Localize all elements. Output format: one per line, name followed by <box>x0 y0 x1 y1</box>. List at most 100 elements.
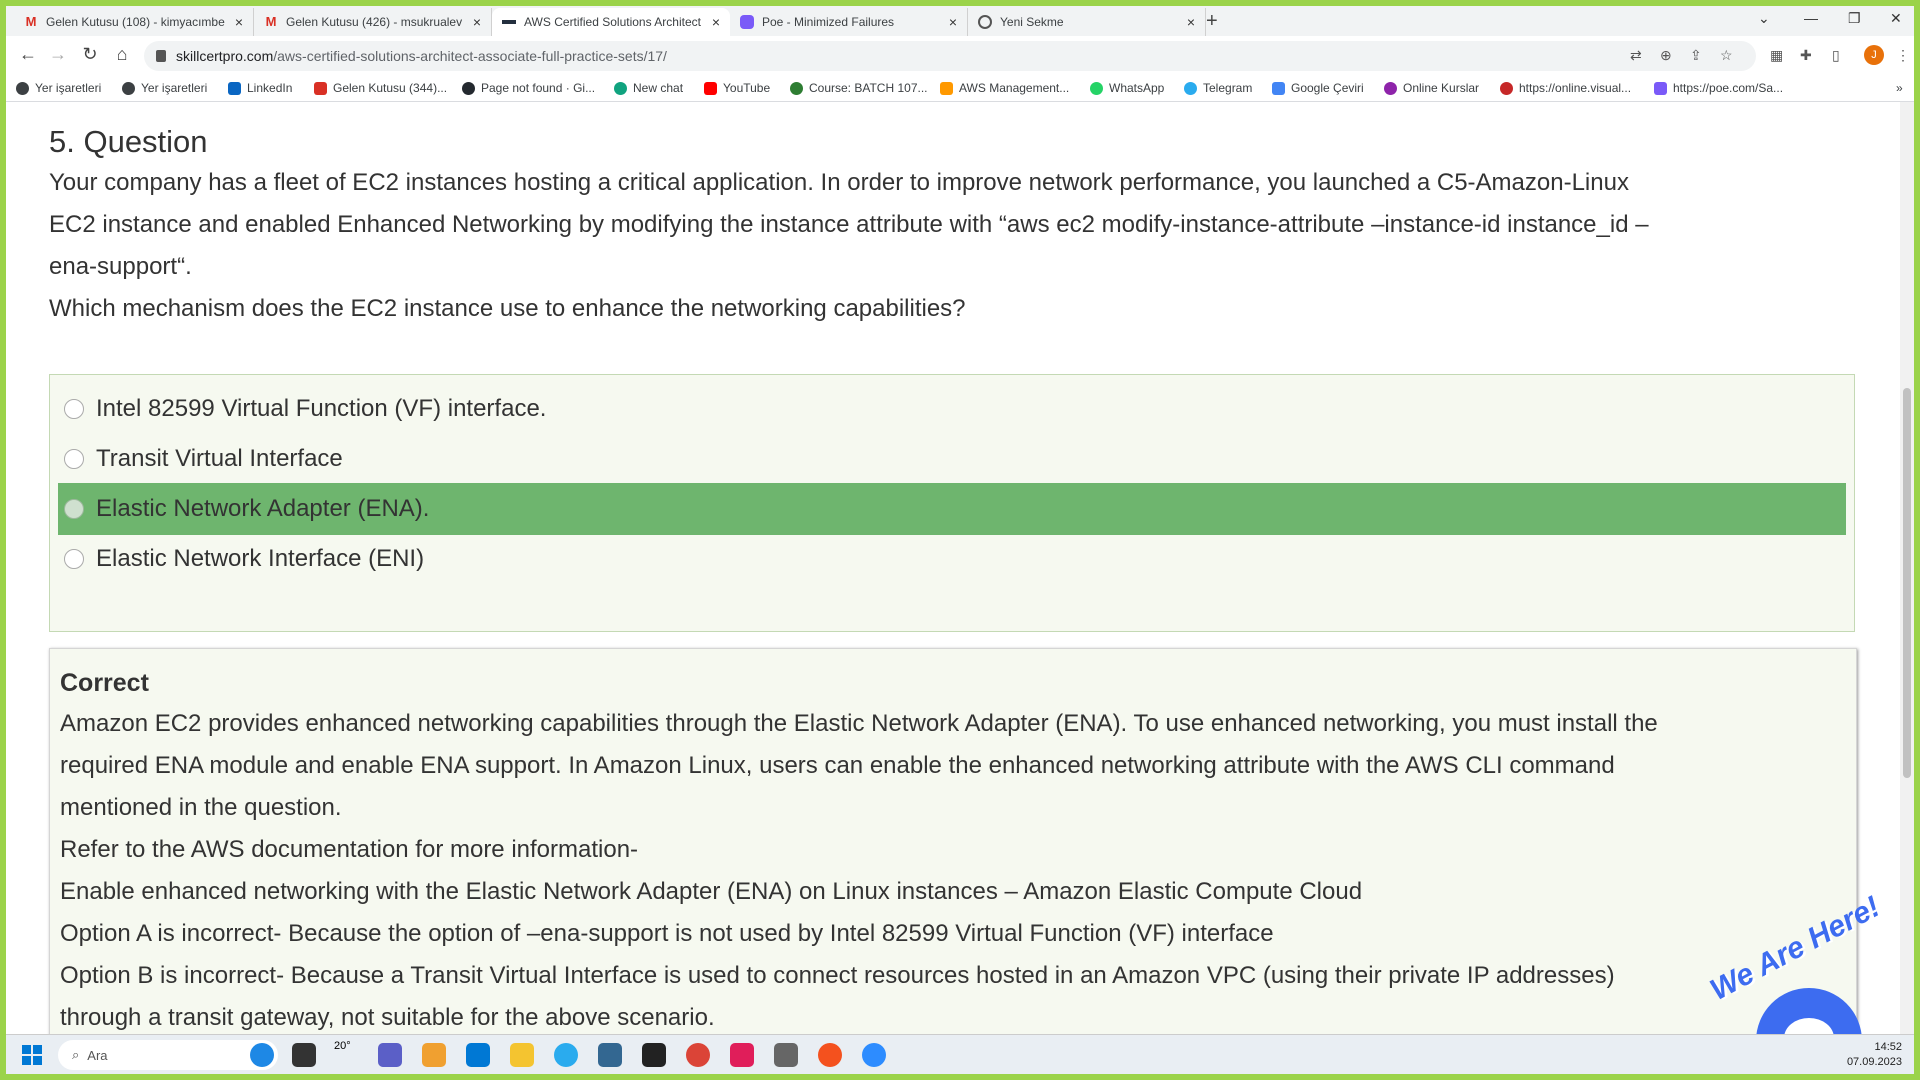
bookmark-item[interactable]: Course: BATCH 107... <box>790 81 928 95</box>
file-explorer-icon[interactable] <box>510 1043 534 1067</box>
browser-window: M Gelen Kutusu (108) - kimyacımbe × M Ge… <box>6 6 1914 1074</box>
tab-title: Gelen Kutusu (108) - kimyacımbe <box>46 15 225 29</box>
gmail-icon: M <box>25 14 37 29</box>
answer-option-b[interactable]: Transit Virtual Interface <box>58 433 1846 485</box>
bookmark-item[interactable]: New chat <box>614 81 683 95</box>
telegram-icon[interactable] <box>554 1043 578 1067</box>
bookmark-label: Online Kurslar <box>1403 81 1480 95</box>
chrome-profile-icon[interactable] <box>818 1043 842 1067</box>
tab-aws-active[interactable]: AWS Certified Solutions Architect × <box>492 8 730 36</box>
windows-start-icon[interactable] <box>22 1045 42 1065</box>
tab-gmail-1[interactable]: M Gelen Kutusu (108) - kimyacımbe × <box>14 8 254 36</box>
close-icon[interactable]: × <box>949 14 957 30</box>
linkedin-icon <box>228 81 241 95</box>
close-icon[interactable]: × <box>712 14 720 30</box>
radio-button[interactable] <box>64 449 84 469</box>
chatgpt-icon <box>614 81 627 95</box>
side-panel-icon[interactable]: ▯ <box>1832 47 1840 64</box>
radio-button[interactable] <box>64 499 84 519</box>
zoom-app-icon[interactable] <box>862 1043 886 1067</box>
taskbar-search[interactable]: ⌕ Ara <box>58 1040 278 1070</box>
tab-new[interactable]: Yeni Sekme × <box>968 8 1206 36</box>
bookmark-item[interactable]: Yer işaretleri <box>16 81 101 95</box>
minimize-button[interactable]: — <box>1804 10 1818 26</box>
stack-app-icon[interactable] <box>422 1043 446 1067</box>
bookmark-item[interactable]: AWS Management... <box>940 81 1069 95</box>
google-translate-icon <box>1272 81 1285 95</box>
bookmark-label: Telegram <box>1203 81 1253 95</box>
answer-option-d[interactable]: Elastic Network Interface (ENI) <box>58 533 1846 585</box>
unity-icon[interactable] <box>642 1043 666 1067</box>
poe-icon <box>740 15 754 29</box>
clock-time: 14:52 <box>1874 1041 1902 1053</box>
taskbar-clock[interactable]: 14:52 07.09.2023 <box>1847 1040 1902 1070</box>
bookmark-label: Yer işaretleri <box>141 81 208 95</box>
tab-search-icon[interactable]: ⌄ <box>1758 10 1770 27</box>
chrome-icon[interactable] <box>686 1043 710 1067</box>
answer-option-c-correct[interactable]: Elastic Network Adapter (ENA). <box>58 483 1846 535</box>
documentation-link[interactable]: Enable enhanced networking with the Elas… <box>60 871 1846 913</box>
new-tab-button[interactable]: + <box>1206 10 1218 33</box>
question-text: Your company has a fleet of EC2 instance… <box>49 162 1869 330</box>
page-scrollbar[interactable] <box>1900 102 1914 1042</box>
vscode-icon[interactable] <box>466 1043 490 1067</box>
answer-option-a[interactable]: Intel 82599 Virtual Function (VF) interf… <box>58 383 1846 435</box>
answer-options: Intel 82599 Virtual Function (VF) interf… <box>49 374 1855 632</box>
aws-icon <box>940 81 953 95</box>
settings-gear-icon[interactable] <box>774 1043 798 1067</box>
bookmark-item[interactable]: Page not found · Gi... <box>462 81 595 95</box>
zoom-icon[interactable]: ⊕ <box>1660 47 1672 64</box>
weather-widget[interactable]: 20° <box>334 1040 351 1052</box>
youtube-icon <box>704 81 717 95</box>
postgres-icon[interactable] <box>598 1043 622 1067</box>
home-button[interactable]: ⌂ <box>110 44 134 65</box>
tab-gmail-2[interactable]: M Gelen Kutusu (426) - msukrualev × <box>254 8 492 36</box>
extension-color-icon[interactable]: ▦ <box>1770 47 1783 64</box>
bookmark-item[interactable]: LinkedIn <box>228 81 292 95</box>
bookmark-item[interactable]: Gelen Kutusu (344)... <box>314 81 447 95</box>
explanation-line: Option B is incorrect- Because a Transit… <box>60 962 1615 989</box>
explanation-line: Refer to the AWS documentation for more … <box>60 836 639 863</box>
bookmarks-bar: Yer işaretleri Yer işaretleri LinkedIn G… <box>6 76 1914 102</box>
bookmark-label: Course: BATCH 107... <box>809 81 928 95</box>
bookmark-label: LinkedIn <box>247 81 293 95</box>
teams-icon[interactable] <box>378 1043 402 1067</box>
close-icon[interactable]: × <box>473 14 481 30</box>
bookmark-item[interactable]: Telegram <box>1184 81 1252 95</box>
bookmark-item[interactable]: YouTube <box>704 81 770 95</box>
scrollbar-thumb[interactable] <box>1903 388 1911 778</box>
slack-icon[interactable] <box>730 1043 754 1067</box>
reload-button[interactable]: ↻ <box>78 44 102 65</box>
bookmark-item[interactable]: Google Çeviri <box>1272 81 1364 95</box>
radio-button[interactable] <box>64 549 84 569</box>
tab-poe[interactable]: Poe - Minimized Failures × <box>730 8 968 36</box>
close-icon[interactable]: × <box>1187 14 1195 30</box>
clock-date: 07.09.2023 <box>1846 1056 1902 1068</box>
tab-title: Poe - Minimized Failures <box>762 15 895 29</box>
aws-icon <box>502 20 516 24</box>
bookmark-item[interactable]: WhatsApp <box>1090 81 1164 95</box>
bookmark-item[interactable]: https://online.visual... <box>1500 81 1631 95</box>
bookmarks-overflow-icon[interactable]: » <box>1896 81 1903 95</box>
profile-avatar[interactable]: J <box>1864 45 1884 65</box>
bookmark-item[interactable]: Online Kurslar <box>1384 81 1479 95</box>
bookmark-item[interactable]: Yer işaretleri <box>122 81 207 95</box>
github-icon <box>462 81 475 95</box>
bing-icon[interactable] <box>250 1043 274 1067</box>
menu-kebab-icon[interactable]: ⋮ <box>1896 47 1910 64</box>
back-button[interactable]: ← <box>16 44 40 65</box>
close-icon[interactable]: × <box>235 14 243 30</box>
extensions-puzzle-icon[interactable]: ✚ <box>1800 47 1812 64</box>
url-path: /aws-certified-solutions-architect-assoc… <box>273 48 667 64</box>
task-view-icon[interactable] <box>292 1043 316 1067</box>
share-icon[interactable]: ⇪ <box>1690 47 1702 64</box>
forward-button[interactable]: → <box>46 44 70 65</box>
visual-icon <box>1500 81 1513 95</box>
bookmark-star-icon[interactable]: ☆ <box>1720 47 1733 64</box>
bookmark-item[interactable]: https://poe.com/Sa... <box>1654 81 1783 95</box>
close-window-button[interactable]: ✕ <box>1890 10 1902 27</box>
restore-button[interactable]: ❐ <box>1848 10 1861 27</box>
address-bar[interactable]: skillcertpro.com /aws-certified-solution… <box>144 41 1756 71</box>
translate-icon[interactable]: ⇄ <box>1630 47 1642 64</box>
radio-button[interactable] <box>64 399 84 419</box>
